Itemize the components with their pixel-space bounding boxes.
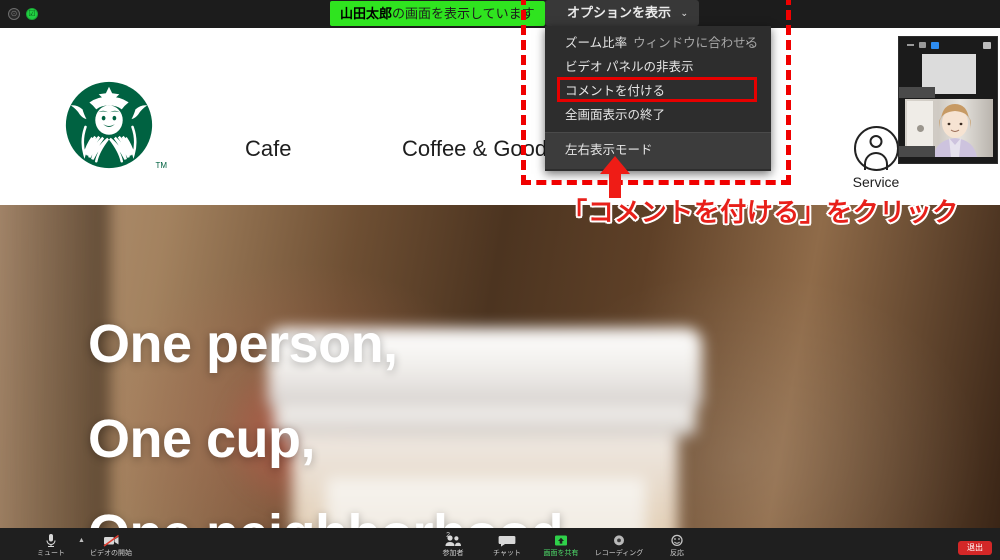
menu-item-annotate-label: コメントを付ける xyxy=(565,84,666,98)
chat-icon xyxy=(498,533,516,548)
trademark-symbol: TM xyxy=(155,161,167,170)
record-button-label: レコーディング xyxy=(594,550,644,557)
presenter-name: 山田太郎 xyxy=(340,6,393,21)
dropdown-section-main: ズーム比率 ウィンドウに合わせる › ビデオ パネルの非表示 コメントを付ける 全… xyxy=(545,26,771,132)
start-video-button-label: ビデオの開始 xyxy=(90,550,132,557)
menu-item-hide-video-panel-label: ビデオ パネルの非表示 xyxy=(565,60,694,74)
share-screen-button[interactable]: 画面を共有 xyxy=(532,533,590,558)
menu-item-exit-fullscreen-label: 全画面表示の終了 xyxy=(565,108,666,122)
popout-window-icon[interactable] xyxy=(983,42,991,49)
starbucks-siren-logo: TM xyxy=(60,76,167,174)
thumb-name-strip-1 xyxy=(899,87,935,98)
leave-meeting-button[interactable]: 退出 xyxy=(958,541,992,555)
hero-line-2: One cup, xyxy=(88,409,316,469)
participants-count-badge: 2 xyxy=(446,532,450,539)
site-account-label: Service xyxy=(852,174,900,190)
site-hero-banner: One person, One cup, One neighborhood xyxy=(0,205,1000,528)
share-screen-icon xyxy=(552,533,570,548)
sharing-status-text: の画面を表示しています xyxy=(392,6,535,21)
reactions-button-label: 反応 xyxy=(670,550,684,557)
video-off-icon xyxy=(102,533,120,548)
menu-item-hide-video-panel[interactable]: ビデオ パネルの非表示 xyxy=(545,55,771,79)
gallery-view-icon[interactable] xyxy=(931,42,939,49)
menu-item-zoom-ratio[interactable]: ズーム比率 ウィンドウに合わせる › xyxy=(545,31,771,55)
show-options-label: オプションを表示 xyxy=(567,5,672,20)
chevron-down-icon: ⌄ xyxy=(680,8,689,18)
hero-line-1: One person, xyxy=(88,314,398,374)
reactions-icon xyxy=(668,533,686,548)
start-video-button[interactable]: ビデオの開始 xyxy=(82,533,140,558)
menu-item-zoom-ratio-value: ウィンドウに合わせる xyxy=(633,36,759,50)
participants-button[interactable]: 2 参加者 xyxy=(424,532,482,558)
hero-line-3: One neighborhood xyxy=(88,503,563,528)
window-control-icon-2[interactable]: ☑ xyxy=(26,8,38,20)
mute-button[interactable]: ミュート ▲ xyxy=(22,533,85,558)
microphone-icon xyxy=(42,533,60,548)
participants-icon: 2 xyxy=(444,532,462,548)
speaker-view-icon[interactable] xyxy=(919,42,926,48)
settings-icon: ⊙ xyxy=(10,9,18,18)
chat-button-label: チャット xyxy=(493,550,521,557)
site-account-service[interactable]: Service xyxy=(848,126,904,190)
zoom-bottom-toolbar: ミュート ▲ ビデオの開始 2 参加者 チャット 画面を共有 レコーディング 反… xyxy=(0,528,1000,560)
share-screen-button-label: 画面を共有 xyxy=(543,550,579,557)
reactions-button[interactable]: 反応 xyxy=(648,533,706,558)
site-nav-coffee-goods[interactable]: Coffee & Goods xyxy=(402,136,558,162)
starbucks-site-header: TM Cafe Coffee & Goods Service xyxy=(0,28,1000,205)
chevron-right-icon: › xyxy=(745,37,749,48)
mute-button-label: ミュート xyxy=(37,550,65,557)
show-options-button[interactable]: オプションを表示 ⌄ xyxy=(545,0,700,26)
thumb-name-strip-2 xyxy=(899,146,935,157)
minimize-icon[interactable] xyxy=(907,44,914,46)
menu-item-side-by-side-label: 左右表示モード xyxy=(565,143,653,157)
menu-item-annotate[interactable]: コメントを付ける xyxy=(545,79,771,103)
options-dropdown-menu[interactable]: ズーム比率 ウィンドウに合わせる › ビデオ パネルの非表示 コメントを付ける 全… xyxy=(545,26,771,171)
menu-item-side-by-side-mode[interactable]: 左右表示モード xyxy=(545,138,771,162)
sharing-status-banner: 山田太郎の画面を表示しています xyxy=(330,1,545,26)
window-control-icon-1[interactable]: ⊙ xyxy=(8,8,20,20)
shield-icon: ☑ xyxy=(28,9,36,18)
menu-item-zoom-ratio-label: ズーム比率 xyxy=(565,36,628,50)
floating-video-panel[interactable] xyxy=(898,36,998,164)
record-button[interactable]: レコーディング xyxy=(590,533,648,558)
menu-item-exit-fullscreen[interactable]: 全画面表示の終了 xyxy=(545,103,771,127)
dropdown-section-alt: 左右表示モード xyxy=(545,132,771,169)
site-nav-cafe[interactable]: Cafe xyxy=(245,136,291,162)
participants-button-label: 参加者 xyxy=(442,550,464,557)
shared-screen-content: TM Cafe Coffee & Goods Service One perso… xyxy=(0,28,1000,528)
zoom-screen-share-window: TM Cafe Coffee & Goods Service One perso… xyxy=(0,0,1000,560)
chat-button[interactable]: チャット xyxy=(478,533,536,558)
person-circle-icon xyxy=(853,126,899,171)
callout-instruction-text: 「コメントを付ける」をクリック xyxy=(560,196,960,229)
video-panel-toolbar xyxy=(899,37,997,50)
record-icon xyxy=(610,533,628,548)
